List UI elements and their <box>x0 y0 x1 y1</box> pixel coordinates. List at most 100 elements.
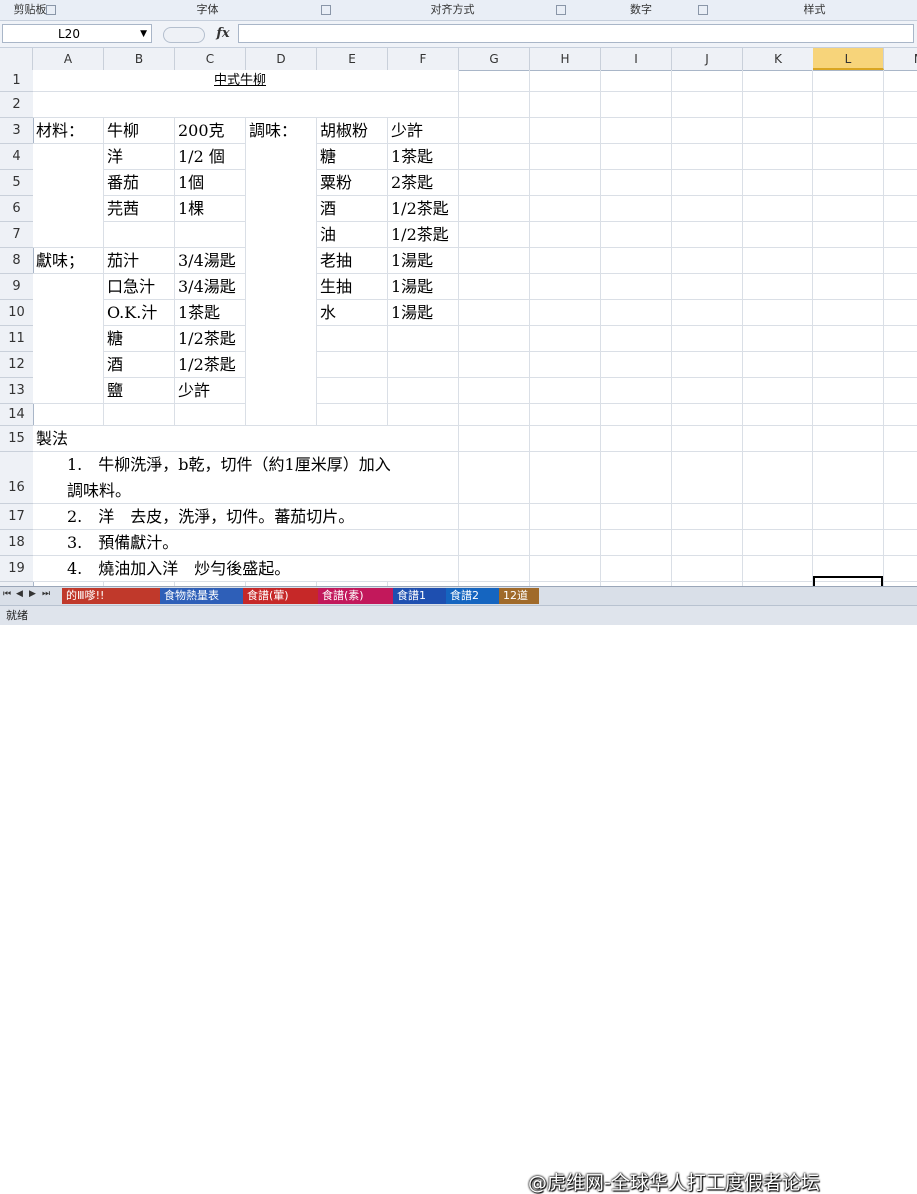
row-header-19[interactable]: 19 <box>0 556 33 582</box>
cell-B9[interactable]: 口急汁 <box>107 274 155 300</box>
first-sheet-icon[interactable]: ⏮ <box>3 589 11 599</box>
cell-A8[interactable]: 獻味； <box>36 248 84 274</box>
cell-A15[interactable]: 製法 <box>36 426 68 452</box>
cell-A3[interactable]: 材料： <box>36 118 84 144</box>
column-header-K[interactable]: K <box>743 48 814 70</box>
sheet-tab-2[interactable]: 食譜(葷) <box>243 588 318 604</box>
dialog-launcher-icon[interactable] <box>556 5 566 15</box>
prev-sheet-icon[interactable]: ◀ <box>16 589 23 599</box>
cell-C13[interactable]: 少許 <box>178 378 210 404</box>
cell-E9[interactable]: 生抽 <box>320 274 352 300</box>
sheet-tab-5[interactable]: 食譜2 <box>446 588 499 604</box>
column-header-B[interactable]: B <box>104 48 175 70</box>
cell-C5[interactable]: 1個 <box>178 170 204 196</box>
column-header-G[interactable]: G <box>459 48 530 70</box>
cell-E10[interactable]: 水 <box>320 300 336 326</box>
cell-F9[interactable]: 1湯匙 <box>391 274 433 300</box>
cell-B5[interactable]: 番茄 <box>107 170 139 196</box>
row-header-17[interactable]: 17 <box>0 504 33 530</box>
row-header-7[interactable]: 7 <box>0 222 33 248</box>
cell-B6[interactable]: 芫茜 <box>107 196 139 222</box>
column-header-J[interactable]: J <box>672 48 743 70</box>
method-step-1[interactable]: 1. 牛柳洗淨，b乾，切件（約1厘米厚）加入 <box>67 452 391 478</box>
row-header-13[interactable]: 13 <box>0 378 33 404</box>
sheet-tab-3[interactable]: 食譜(素) <box>318 588 393 604</box>
sheet-tab-4[interactable]: 食譜1 <box>393 588 446 604</box>
cell-F5[interactable]: 2茶匙 <box>391 170 433 196</box>
cell-E3[interactable]: 胡椒粉 <box>320 118 368 144</box>
row-header-15[interactable]: 15 <box>0 426 33 452</box>
name-box[interactable]: L20 ▼ <box>2 24 152 43</box>
worksheet-grid[interactable]: 中式牛柳 材料： 牛柳 200克 調味： 胡椒粉 少許洋 1/2 個糖 1茶匙 番茄 1個 粟粉 2茶匙… <box>33 70 917 586</box>
cell-C3[interactable]: 200克 <box>178 118 225 144</box>
column-header-I[interactable]: I <box>601 48 672 70</box>
column-header-H[interactable]: H <box>530 48 601 70</box>
column-header-D[interactable]: D <box>246 48 317 70</box>
cell-F6[interactable]: 1/2茶匙 <box>391 196 449 222</box>
cell-C10[interactable]: 1茶匙 <box>178 300 220 326</box>
cell-F8[interactable]: 1湯匙 <box>391 248 433 274</box>
row-header-14[interactable]: 14 <box>0 404 33 426</box>
row-header-8[interactable]: 8 <box>0 248 33 274</box>
row-header-16[interactable]: 16 <box>0 452 33 504</box>
cell-C11[interactable]: 1/2茶匙 <box>178 326 236 352</box>
column-header-M[interactable]: M <box>884 48 917 70</box>
cell-F7[interactable]: 1/2茶匙 <box>391 222 449 248</box>
chevron-down-icon[interactable]: ▼ <box>140 25 147 44</box>
cell-E7[interactable]: 油 <box>320 222 336 248</box>
row-header-6[interactable]: 6 <box>0 196 33 222</box>
dialog-launcher-icon[interactable] <box>698 5 708 15</box>
row-header-1[interactable]: 1 <box>0 70 33 92</box>
cell-B12[interactable]: 酒 <box>107 352 123 378</box>
cell-B13[interactable]: 鹽 <box>107 378 123 404</box>
cell-B3[interactable]: 牛柳 <box>107 118 139 144</box>
insert-function-button[interactable]: fx <box>210 24 236 43</box>
recipe-title[interactable]: 中式牛柳 <box>214 70 266 92</box>
cell-E4[interactable]: 糖 <box>320 144 336 170</box>
cell-C6[interactable]: 1棵 <box>178 196 204 222</box>
formula-bar-resize-handle[interactable] <box>163 27 205 43</box>
cell-E8[interactable]: 老抽 <box>320 248 352 274</box>
row-header-4[interactable]: 4 <box>0 144 33 170</box>
row-header-12[interactable]: 12 <box>0 352 33 378</box>
cell-C12[interactable]: 1/2茶匙 <box>178 352 236 378</box>
cell-B8[interactable]: 茄汁 <box>107 248 139 274</box>
select-all-corner[interactable] <box>0 48 33 70</box>
last-sheet-icon[interactable]: ⏭ <box>42 589 50 599</box>
method-step-4[interactable]: 4. 燒油加入洋 炒勻後盛起。 <box>67 556 290 582</box>
method-step-1-cont[interactable]: 調味料。 <box>67 478 131 504</box>
column-header-C[interactable]: C <box>175 48 246 70</box>
cell-B10[interactable]: O.K.汁 <box>107 300 157 326</box>
row-header-5[interactable]: 5 <box>0 170 33 196</box>
cell-C8[interactable]: 3/4湯匙 <box>178 248 236 274</box>
sheet-tab-0[interactable]: 的Ⅲ嗲!! <box>62 588 160 604</box>
cell-B11[interactable]: 糖 <box>107 326 123 352</box>
row-header-18[interactable]: 18 <box>0 530 33 556</box>
formula-input[interactable] <box>238 24 914 43</box>
cell-C4[interactable]: 1/2 個 <box>178 144 225 170</box>
cell-F10[interactable]: 1湯匙 <box>391 300 433 326</box>
column-header-A[interactable]: A <box>33 48 104 70</box>
row-header-9[interactable]: 9 <box>0 274 33 300</box>
dialog-launcher-icon[interactable] <box>46 5 56 15</box>
cell-B4[interactable]: 洋 <box>107 144 123 170</box>
cell-C9[interactable]: 3/4湯匙 <box>178 274 236 300</box>
row-header-11[interactable]: 11 <box>0 326 33 352</box>
sheet-tab-1[interactable]: 食物熱量表 <box>160 588 243 604</box>
cell-E6[interactable]: 酒 <box>320 196 336 222</box>
dialog-launcher-icon[interactable] <box>321 5 331 15</box>
row-header-10[interactable]: 10 <box>0 300 33 326</box>
row-header-3[interactable]: 3 <box>0 118 33 144</box>
sheet-tab-6[interactable]: 12道 <box>499 588 539 604</box>
cell-D3[interactable]: 調味： <box>249 118 297 144</box>
column-header-E[interactable]: E <box>317 48 388 70</box>
next-sheet-icon[interactable]: ▶ <box>29 589 36 599</box>
column-header-F[interactable]: F <box>388 48 459 70</box>
method-step-3[interactable]: 3. 預備獻汁。 <box>67 530 178 556</box>
method-step-2[interactable]: 2. 洋 去皮，洗淨，切件。蕃茄切片。 <box>67 504 354 530</box>
column-header-L[interactable]: L <box>813 48 884 70</box>
row-header-2[interactable]: 2 <box>0 92 33 118</box>
cell-F3[interactable]: 少許 <box>391 118 423 144</box>
cell-F4[interactable]: 1茶匙 <box>391 144 433 170</box>
cell-E5[interactable]: 粟粉 <box>320 170 352 196</box>
